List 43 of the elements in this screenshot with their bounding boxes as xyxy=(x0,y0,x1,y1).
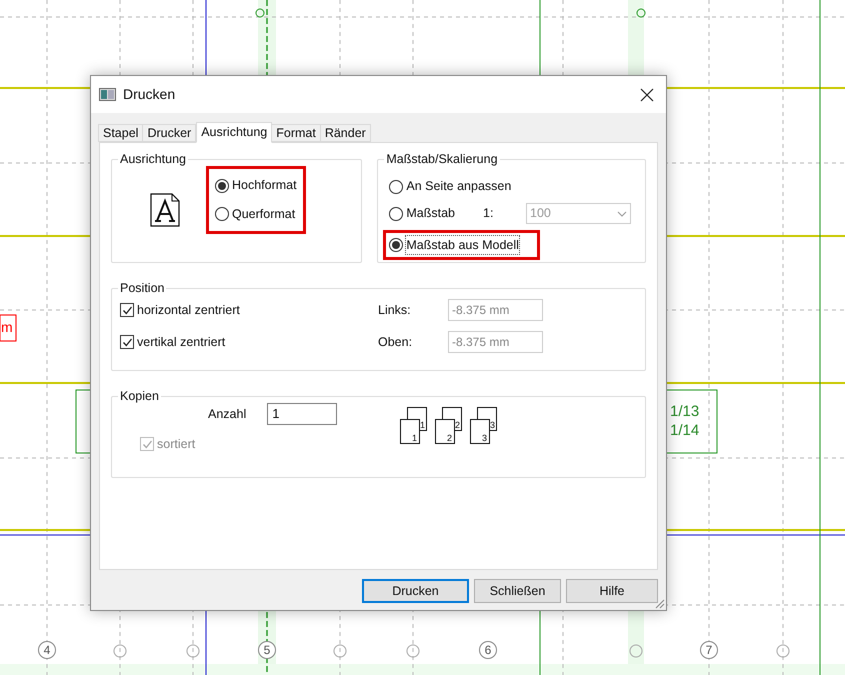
ratio-label: 1: xyxy=(483,205,494,222)
tag-label: m xyxy=(1,318,13,336)
dialog-button[interactable]: Drucken xyxy=(362,579,469,603)
tab[interactable]: Ränder xyxy=(320,124,371,142)
dialog-button[interactable]: Hilfe xyxy=(566,579,658,603)
axis-marker: 6 xyxy=(479,641,497,659)
group-title: Maßstab/Skalierung xyxy=(385,152,499,166)
input-field[interactable]: 1 xyxy=(267,403,338,425)
tag-label: 1/13 xyxy=(670,403,700,421)
group-title: Ausrichtung xyxy=(119,152,188,166)
tab[interactable]: Drucker xyxy=(142,124,196,142)
field-label: Links: xyxy=(378,302,412,319)
option-label: Maßstab xyxy=(406,205,455,222)
checkbox-label: horizontal zentriert xyxy=(137,302,240,319)
window-title: Drucken xyxy=(123,85,176,104)
radio-button[interactable] xyxy=(215,178,229,193)
field-label: Oben: xyxy=(378,334,414,351)
radio-button[interactable] xyxy=(215,207,229,222)
radio-button[interactable] xyxy=(389,180,404,194)
field-label: Anzahl xyxy=(208,406,246,423)
checkbox[interactable] xyxy=(120,303,134,317)
dialog-button[interactable]: Schließen xyxy=(474,579,561,603)
option-label: Hochformat xyxy=(232,177,297,194)
tab[interactable]: Format xyxy=(271,124,321,142)
option-label: An Seite anpassen xyxy=(406,178,512,196)
group-title: Kopien xyxy=(119,389,160,403)
option-label: Querformat xyxy=(232,206,296,223)
option-label: Maßstab aus Modell xyxy=(406,236,519,254)
close-icon[interactable] xyxy=(640,88,654,102)
axis-marker: 7 xyxy=(700,641,718,659)
chevron-icon xyxy=(617,210,627,216)
tab[interactable]: Stapel xyxy=(98,124,144,142)
radio-button[interactable] xyxy=(389,238,404,252)
portrait-page-icon xyxy=(150,193,180,227)
axis-marker: 4 xyxy=(38,641,56,659)
checkbox-label: sortiert xyxy=(157,436,196,453)
tab[interactable]: Ausrichtung xyxy=(196,122,272,143)
group-title: Position xyxy=(119,281,166,295)
window-icon xyxy=(99,88,116,101)
radio-button[interactable] xyxy=(389,206,404,220)
tag-label: 1/14 xyxy=(670,422,700,440)
checkbox[interactable] xyxy=(120,335,134,349)
checkbox-label: vertikal zentriert xyxy=(137,334,226,351)
